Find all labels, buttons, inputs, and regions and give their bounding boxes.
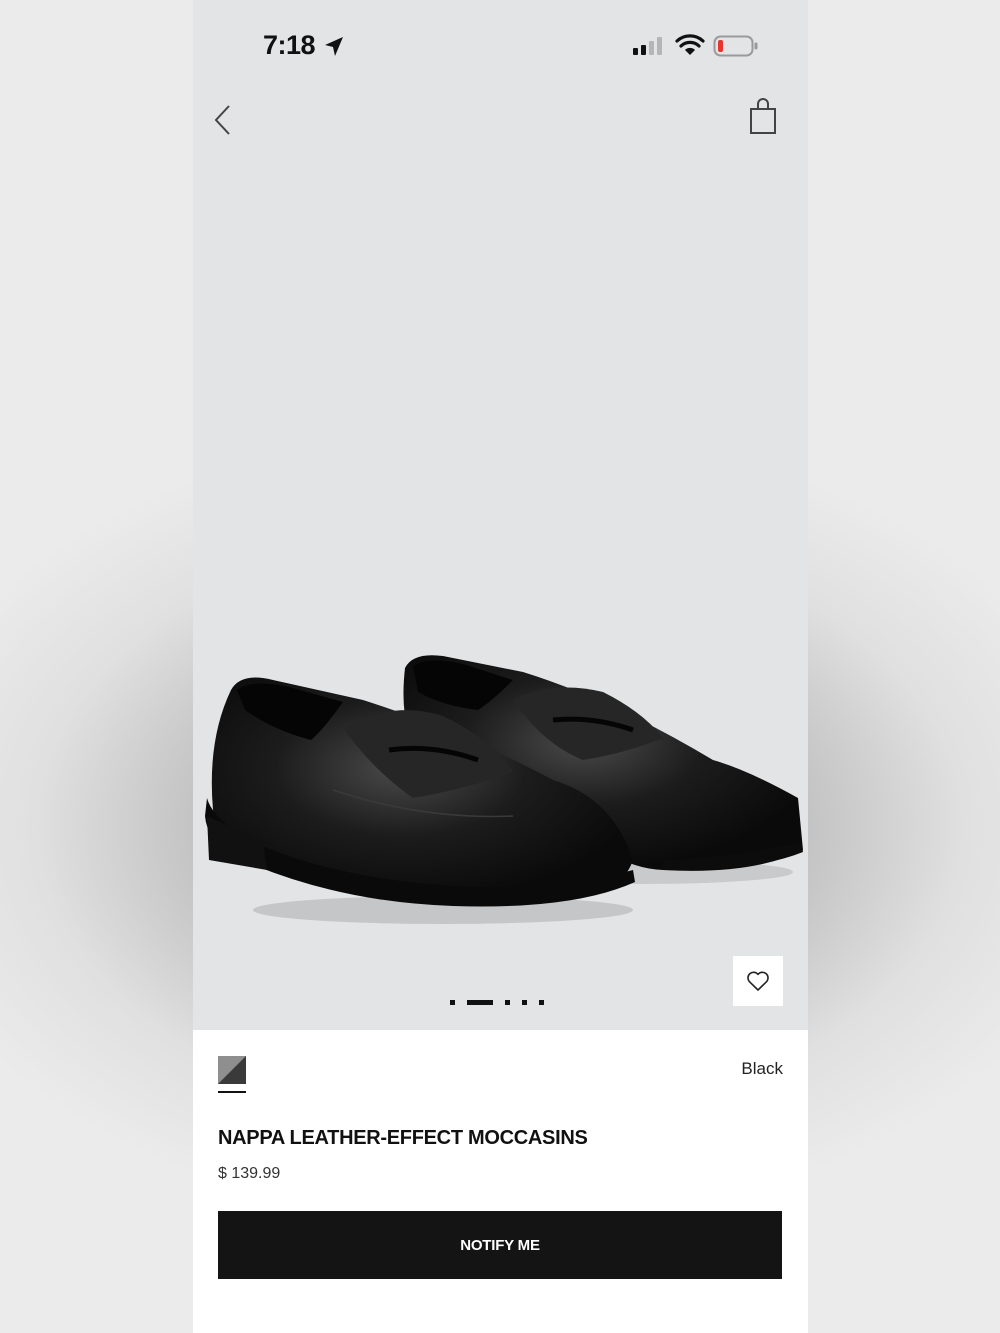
notify-me-button[interactable]: NOTIFY ME [218, 1211, 782, 1279]
cellular-signal-icon [633, 37, 662, 55]
heart-icon [747, 971, 769, 991]
product-info-panel: Black NAPPA LEATHER-EFFECT MOCCASINS $ 1… [193, 1030, 808, 1333]
color-swatch-black[interactable] [218, 1056, 246, 1084]
wifi-icon [675, 34, 705, 55]
chevron-left-icon [214, 105, 230, 135]
add-to-wishlist-button[interactable] [733, 956, 783, 1006]
carousel-dot[interactable] [450, 999, 455, 1005]
shopping-bag-icon [750, 98, 776, 134]
selected-color-name: Black [741, 1059, 783, 1078]
product-price: $ 139.99 [218, 1165, 281, 1182]
shopping-bag-button[interactable] [747, 98, 779, 136]
carousel-dot[interactable] [522, 999, 527, 1005]
back-button[interactable] [207, 100, 239, 140]
product-image-loafers [205, 655, 803, 924]
product-title: NAPPA LEATHER-EFFECT MOCCASINS [218, 1127, 588, 1149]
location-arrow-icon [325, 37, 343, 56]
image-carousel-indicator [450, 999, 544, 1005]
carousel-dot[interactable] [539, 999, 544, 1005]
carousel-dot[interactable] [505, 999, 510, 1005]
selected-swatch-indicator [218, 1091, 246, 1093]
battery-low-icon [713, 35, 758, 57]
carousel-dot-active[interactable] [467, 999, 493, 1005]
status-time: 7:18 [263, 30, 316, 60]
product-page: 7:18 Black NAPPA LEATHER-EFFECT MOCCASIN… [193, 0, 808, 1333]
